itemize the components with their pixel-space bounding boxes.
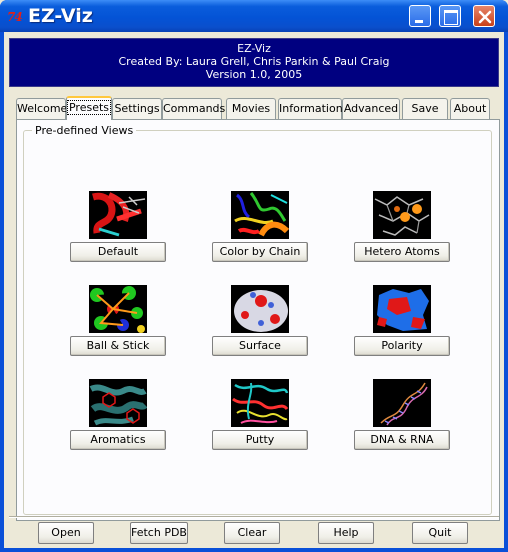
preset-default-button[interactable]: Default <box>70 242 166 262</box>
preset-dna-rna: DNA & RNA <box>352 379 452 450</box>
preset-aromatics: Aromatics <box>68 379 168 450</box>
banner-credits: Created By: Laura Grell, Chris Parkin & … <box>118 55 390 68</box>
group-title: Pre-defined Views <box>32 124 137 137</box>
tab-presets[interactable]: Presets <box>66 96 112 120</box>
preset-dna-rna-button[interactable]: DNA & RNA <box>354 430 450 450</box>
banner-app-name: EZ-Viz <box>237 42 271 55</box>
title-bar[interactable]: 74 EZ-Viz <box>0 0 508 32</box>
polarity-thumbnail[interactable] <box>373 285 431 333</box>
help-button[interactable]: Help <box>318 522 374 544</box>
bottom-toolbar: Open Fetch PDB Clear Help Quit <box>4 512 504 548</box>
separator <box>9 516 499 518</box>
chain-colored-thumbnail[interactable] <box>231 191 289 239</box>
fetch-pdb-button[interactable]: Fetch PDB <box>130 522 188 544</box>
predefined-views-group: Pre-defined Views Default Color by Chain… <box>23 124 492 515</box>
minimize-icon[interactable] <box>409 5 431 27</box>
preset-polarity: Polarity <box>352 285 452 356</box>
client-area: EZ-Viz Created By: Laura Grell, Chris Pa… <box>4 32 504 548</box>
surface-thumbnail[interactable] <box>231 285 289 333</box>
hetero-atoms-thumbnail[interactable] <box>373 191 431 239</box>
quit-button[interactable]: Quit <box>412 522 468 544</box>
preset-ball-stick-button[interactable]: Ball & Stick <box>70 336 166 356</box>
preset-polarity-button[interactable]: Polarity <box>354 336 450 356</box>
preset-hetero-atoms-button[interactable]: Hetero Atoms <box>354 242 450 262</box>
close-icon[interactable] <box>473 5 495 27</box>
maximize-icon[interactable] <box>439 5 461 27</box>
preset-aromatics-button[interactable]: Aromatics <box>70 430 166 450</box>
preset-color-by-chain-button[interactable]: Color by Chain <box>212 242 308 262</box>
open-button[interactable]: Open <box>38 522 94 544</box>
tab-save[interactable]: Save <box>402 98 448 119</box>
aromatics-thumbnail[interactable] <box>89 379 147 427</box>
preset-surface-button[interactable]: Surface <box>212 336 308 356</box>
header-banner: EZ-Viz Created By: Laura Grell, Chris Pa… <box>9 38 499 87</box>
preset-putty: Putty <box>210 379 310 450</box>
preset-color-by-chain: Color by Chain <box>210 191 310 262</box>
ball-stick-thumbnail[interactable] <box>89 285 147 333</box>
preset-surface: Surface <box>210 285 310 356</box>
tab-strip: Welcome Presets Settings Commands Movies… <box>16 96 496 120</box>
preset-default: Default <box>68 191 168 262</box>
putty-thumbnail[interactable] <box>231 379 289 427</box>
cartoon-red-thumbnail[interactable] <box>89 191 147 239</box>
banner-version: Version 1.0, 2005 <box>205 68 303 81</box>
tab-commands[interactable]: Commands <box>162 98 225 119</box>
preset-ball-and-stick: Ball & Stick <box>68 285 168 356</box>
tab-movies[interactable]: Movies <box>226 98 276 119</box>
dna-rna-thumbnail[interactable] <box>373 379 431 427</box>
presets-panel: Pre-defined Views Default Color by Chain… <box>16 119 500 521</box>
app-window: 74 EZ-Viz EZ-Viz Created By: Laura Grell… <box>0 0 508 552</box>
tab-welcome[interactable]: Welcome <box>16 98 67 119</box>
tab-information[interactable]: Information <box>278 98 343 119</box>
clear-button[interactable]: Clear <box>224 522 280 544</box>
app-icon: 74 <box>7 10 23 24</box>
window-title: EZ-Viz <box>28 5 93 27</box>
preset-hetero-atoms: Hetero Atoms <box>352 191 452 262</box>
tab-advanced[interactable]: Advanced <box>342 98 400 119</box>
tab-settings[interactable]: Settings <box>112 98 162 119</box>
tab-about[interactable]: About <box>450 98 490 119</box>
preset-putty-button[interactable]: Putty <box>212 430 308 450</box>
